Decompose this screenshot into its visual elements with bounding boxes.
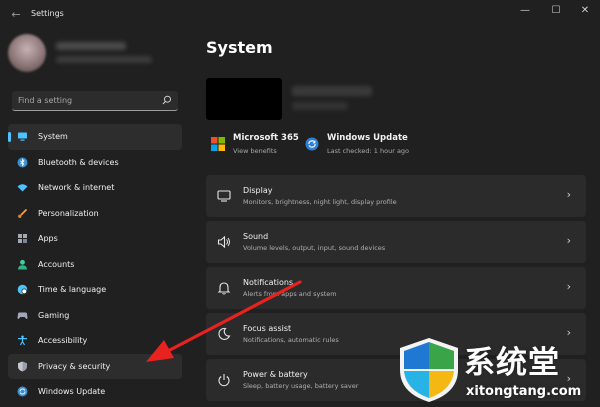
chevron-right-icon: ›: [566, 188, 571, 201]
device-image: [206, 78, 282, 120]
settings-card-title: Sound: [243, 232, 269, 241]
monitor-icon: [18, 132, 27, 141]
blurred-user-name: [56, 42, 126, 50]
sidebar-item-label: Windows Update: [38, 387, 106, 396]
sidebar-item-accounts[interactable]: Accounts: [8, 252, 182, 278]
globe-clock-icon: [17, 284, 28, 295]
settings-card-display[interactable]: Display Monitors, brightness, night ligh…: [206, 175, 586, 217]
avatar: [8, 34, 46, 72]
sidebar-item-privacy-security[interactable]: Privacy & security: [8, 353, 182, 379]
apps-icon: [18, 234, 27, 243]
bell-icon: [217, 282, 231, 295]
settings-card-subtitle: Volume levels, output, input, sound devi…: [243, 244, 386, 252]
accessibility-icon: [18, 335, 27, 346]
sidebar-item-time-language[interactable]: Time & language: [8, 277, 182, 303]
maximize-button[interactable]: ☐: [542, 0, 570, 22]
sidebar-item-apps[interactable]: Apps: [8, 226, 182, 252]
app-title: Settings: [31, 9, 64, 18]
moon-icon: [218, 327, 231, 340]
back-arrow-icon[interactable]: ←: [8, 7, 24, 23]
settings-card-subtitle: Sleep, battery usage, battery saver: [243, 382, 359, 390]
blurred-user-email: [56, 56, 152, 63]
sidebar-item-label: Bluetooth & devices: [38, 157, 119, 167]
sidebar-item-label: Time & language: [38, 285, 107, 294]
speaker-icon: [217, 235, 230, 249]
chevron-right-icon: ›: [566, 234, 571, 247]
settings-card-title: Display: [243, 186, 273, 195]
sidebar-item-label: Apps: [38, 234, 58, 243]
watermark-site: xitongtang.com: [466, 384, 582, 399]
search-icon: [162, 95, 171, 105]
sidebar-item-gaming[interactable]: Gaming: [8, 303, 182, 329]
microsoft-365-link[interactable]: Microsoft 365 View benefits: [211, 133, 301, 161]
brush-icon: [18, 208, 28, 218]
search-input[interactable]: Find a setting: [12, 91, 178, 111]
settings-card-sound[interactable]: Sound Volume levels, output, input, soun…: [206, 221, 586, 263]
microsoft-logo-icon: [211, 137, 225, 151]
bluetooth-icon: [17, 157, 28, 167]
sidebar-item-label: Privacy & security: [38, 361, 111, 371]
chevron-right-icon: ›: [566, 280, 571, 293]
update-icon: [17, 386, 28, 397]
quick-link-subtitle: View benefits: [233, 147, 277, 155]
blurred-device-model: [292, 102, 348, 110]
settings-card-subtitle: Alerts from apps and system: [243, 290, 337, 298]
sidebar-item-personalization[interactable]: Personalization: [8, 201, 182, 227]
display-icon: [217, 190, 231, 202]
update-icon: [305, 137, 319, 151]
minimize-button[interactable]: —: [511, 0, 539, 22]
sidebar-item-label: Network & internet: [38, 183, 115, 192]
wifi-icon: [17, 184, 28, 192]
sidebar-item-windows-update[interactable]: Windows Update: [8, 379, 182, 405]
shield-icon: [18, 361, 27, 371]
sidebar-item-label: System: [38, 132, 68, 141]
settings-card-title: Focus assist: [243, 324, 292, 333]
person-icon: [18, 259, 27, 269]
page-title: System: [206, 38, 273, 57]
sidebar-item-label: Accessibility: [38, 336, 88, 345]
sidebar-item-accessibility[interactable]: Accessibility: [8, 328, 182, 354]
settings-card-subtitle: Monitors, brightness, night light, displ…: [243, 198, 397, 206]
settings-card-title: Power & battery: [243, 370, 308, 379]
shield-logo-icon: [400, 338, 458, 402]
sidebar-item-system[interactable]: System: [8, 124, 182, 150]
quick-link-subtitle: Last checked: 1 hour ago: [327, 147, 410, 155]
sidebar-item-label: Accounts: [38, 259, 75, 269]
sidebar-item-label: Personalization: [38, 208, 99, 218]
settings-card-notifications[interactable]: Notifications Alerts from apps and syste…: [206, 267, 586, 309]
watermark: 系统堂 xitongtang.com: [398, 335, 600, 407]
blurred-device-name: [292, 86, 372, 96]
title-bar: ← Settings — ☐ ✕: [0, 0, 600, 32]
sidebar-item-bluetooth[interactable]: Bluetooth & devices: [8, 150, 182, 176]
watermark-title: 系统堂: [464, 345, 560, 381]
sidebar-nav: System Bluetooth & devices Network & int…: [8, 124, 182, 405]
user-profile[interactable]: [8, 30, 183, 78]
close-button[interactable]: ✕: [571, 0, 599, 22]
sidebar-item-label: Gaming: [38, 310, 70, 320]
settings-card-title: Notifications: [243, 278, 294, 287]
windows-update-link[interactable]: Windows Update Last checked: 1 hour ago: [305, 133, 435, 161]
quick-link-title: Microsoft 365: [233, 133, 299, 143]
settings-card-subtitle: Notifications, automatic rules: [243, 336, 339, 344]
power-icon: [218, 374, 230, 387]
quick-link-title: Windows Update: [327, 133, 408, 143]
controller-icon: [17, 312, 28, 319]
sidebar-item-network[interactable]: Network & internet: [8, 175, 182, 201]
search-placeholder: Find a setting: [18, 96, 73, 105]
